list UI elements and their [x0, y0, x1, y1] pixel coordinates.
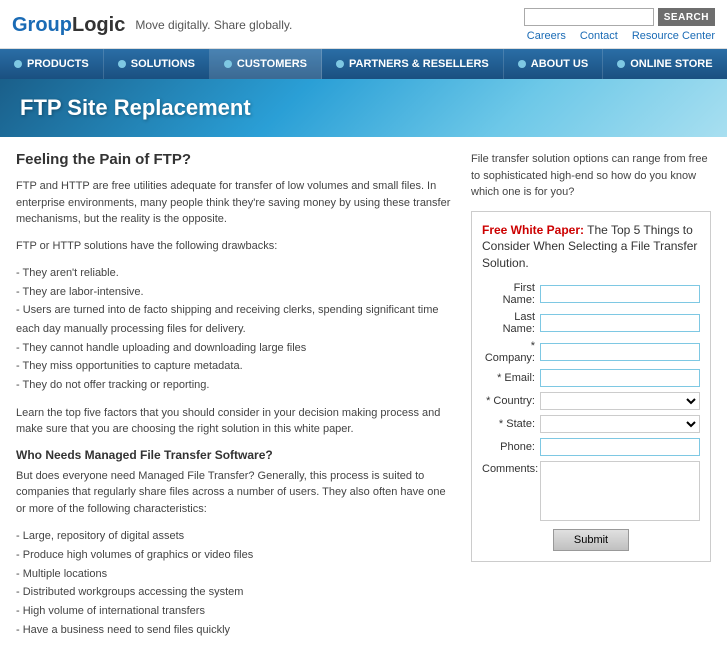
list-item: Produce high volumes of graphics or vide…	[16, 546, 455, 565]
lastname-input[interactable]	[540, 314, 700, 332]
country-select[interactable]: United States Canada United Kingdom	[540, 392, 700, 410]
intro-para-1: FTP and HTTP are free utilities adequate…	[16, 178, 455, 228]
list-item: They are labor-intensive.	[16, 283, 455, 302]
lastname-label: Last Name:	[482, 311, 540, 335]
right-column: File transfer solution options can range…	[471, 151, 711, 639]
comments-label: Comments:	[482, 461, 540, 475]
search-input[interactable]	[524, 8, 654, 26]
nav-bullet-icon	[118, 60, 126, 68]
nav-solutions-label: SOLUTIONS	[131, 58, 195, 70]
careers-link[interactable]: Careers	[527, 30, 566, 42]
nav-bullet-icon	[518, 60, 526, 68]
country-label: * Country:	[482, 395, 540, 407]
header-nav-links: Careers Contact Resource Center	[527, 30, 715, 42]
submit-button[interactable]: Submit	[553, 529, 629, 551]
nav-store-label: ONLINE STORE	[630, 58, 712, 70]
nav-customers[interactable]: CUSTOMERS	[210, 49, 322, 79]
email-input[interactable]	[540, 369, 700, 387]
nav-about-label: ABOUT US	[531, 58, 588, 70]
characteristics-list: Large, repository of digital assets Prod…	[16, 527, 455, 639]
resource-center-link[interactable]: Resource Center	[632, 30, 715, 42]
firstname-input[interactable]	[540, 285, 700, 303]
phone-row: Phone:	[482, 438, 700, 456]
comments-row: Comments:	[482, 461, 700, 521]
main-content: Feeling the Pain of FTP? FTP and HTTP ar…	[0, 137, 727, 653]
list-item: They do not offer tracking or reporting.	[16, 376, 455, 395]
list-item: Multiple locations	[16, 565, 455, 584]
nav-online-store[interactable]: ONLINE STORE	[603, 49, 727, 79]
hero-title: FTP Site Replacement	[20, 95, 707, 121]
list-item: Distributed workgroups accessing the sys…	[16, 583, 455, 602]
nav-partners[interactable]: PARTNERS & RESELLERS	[322, 49, 504, 79]
phone-label: Phone:	[482, 441, 540, 453]
search-row: SEARCH	[524, 8, 715, 26]
logo-group: Group	[12, 14, 72, 36]
list-item: They cannot handle uploading and downloa…	[16, 339, 455, 358]
header-right: SEARCH Careers Contact Resource Center	[524, 8, 715, 42]
state-select[interactable]: California New York Texas	[540, 415, 700, 433]
logo-logic: Logic	[72, 14, 125, 36]
list-item: They aren't reliable.	[16, 264, 455, 283]
intro-para-2: FTP or HTTP solutions have the following…	[16, 238, 455, 255]
company-label: * Company:	[482, 340, 540, 364]
list-item: High volume of international transfers	[16, 602, 455, 621]
hero-banner: FTP Site Replacement	[0, 79, 727, 137]
form-header: Free White Paper: The Top 5 Things to Co…	[482, 222, 700, 272]
list-item: Large, repository of digital assets	[16, 527, 455, 546]
email-label: * Email:	[482, 372, 540, 384]
state-row: * State: California New York Texas	[482, 415, 700, 433]
list-item: Users are turned into de facto shipping …	[16, 301, 455, 338]
nav-bullet-icon	[14, 60, 22, 68]
site-header: GroupLogic Move digitally. Share globall…	[0, 0, 727, 49]
nav-bullet-icon	[224, 60, 232, 68]
company-row: * Company:	[482, 340, 700, 364]
nav-solutions[interactable]: SOLUTIONS	[104, 49, 210, 79]
left-column: Feeling the Pain of FTP? FTP and HTTP ar…	[16, 151, 455, 639]
firstname-row: First Name:	[482, 282, 700, 306]
file-transfer-text: File transfer solution options can range…	[471, 151, 711, 201]
country-row: * Country: United States Canada United K…	[482, 392, 700, 410]
nav-products[interactable]: PRODUCTS	[0, 49, 104, 79]
nav-about[interactable]: ABOUT US	[504, 49, 603, 79]
nav-bullet-icon	[336, 60, 344, 68]
nav-partners-label: PARTNERS & RESELLERS	[349, 58, 489, 70]
list-item: Have a business need to send files quick…	[16, 621, 455, 640]
firstname-label: First Name:	[482, 282, 540, 306]
tagline: Move digitally. Share globally.	[135, 18, 292, 32]
whitepaper-form-box: Free White Paper: The Top 5 Things to Co…	[471, 211, 711, 562]
email-row: * Email:	[482, 369, 700, 387]
search-button[interactable]: SEARCH	[658, 8, 715, 26]
phone-input[interactable]	[540, 438, 700, 456]
who-para: But does everyone need Managed File Tran…	[16, 468, 455, 518]
logo-area: GroupLogic Move digitally. Share globall…	[12, 14, 292, 37]
who-heading: Who Needs Managed File Transfer Software…	[16, 448, 455, 462]
list-item: They miss opportunities to capture metad…	[16, 357, 455, 376]
contact-link[interactable]: Contact	[580, 30, 618, 42]
state-label: * State:	[482, 418, 540, 430]
nav-products-label: PRODUCTS	[27, 58, 89, 70]
lastname-row: Last Name:	[482, 311, 700, 335]
site-logo[interactable]: GroupLogic	[12, 14, 125, 37]
drawbacks-list: They aren't reliable. They are labor-int…	[16, 264, 455, 395]
nav-bullet-icon	[617, 60, 625, 68]
comments-textarea[interactable]	[540, 461, 700, 521]
main-navigation: PRODUCTS SOLUTIONS CUSTOMERS PARTNERS & …	[0, 49, 727, 79]
learn-para: Learn the top five factors that you shou…	[16, 405, 455, 438]
main-heading: Feeling the Pain of FTP?	[16, 151, 455, 168]
nav-customers-label: CUSTOMERS	[237, 58, 307, 70]
free-white-paper-label: Free White Paper:	[482, 223, 584, 237]
company-input[interactable]	[540, 343, 700, 361]
